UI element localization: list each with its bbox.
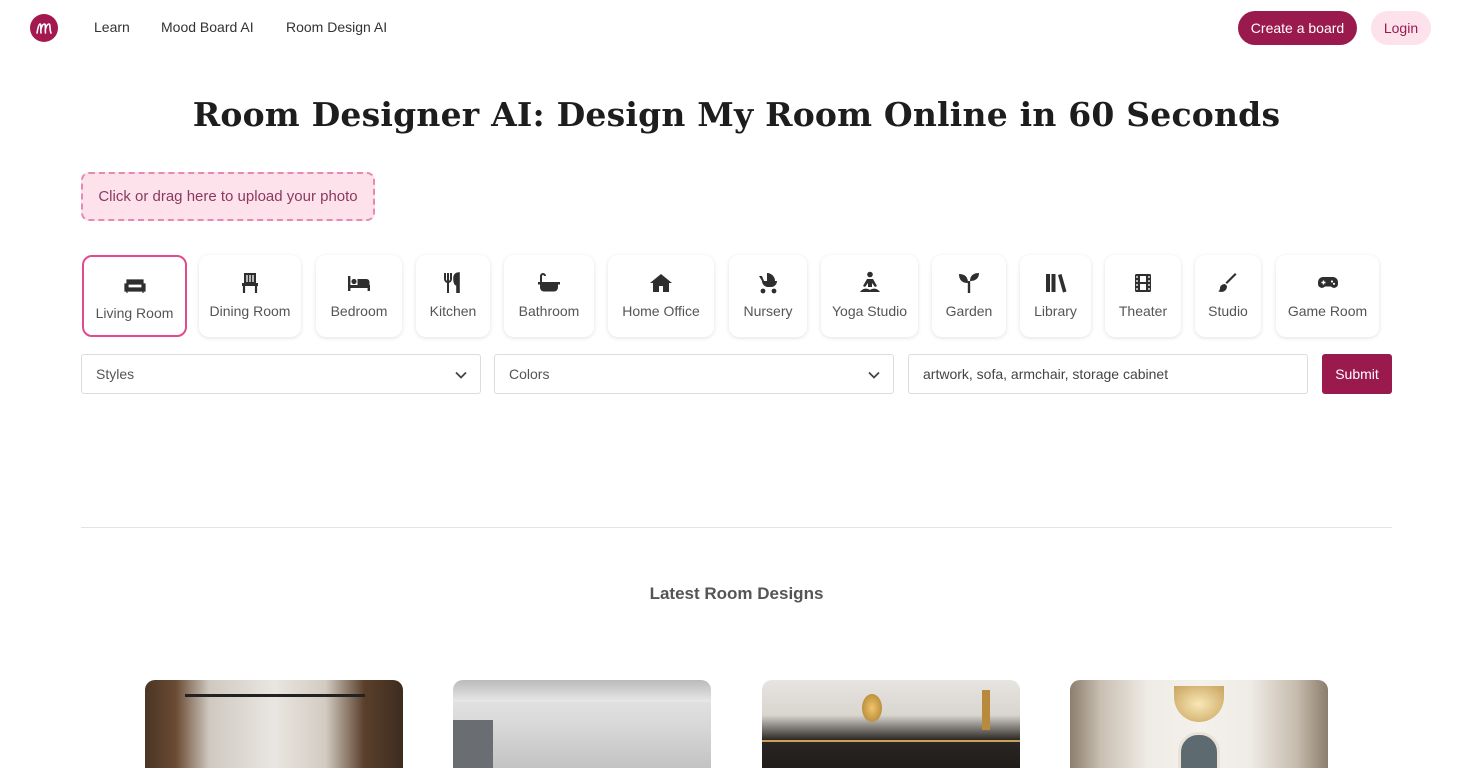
logo[interactable] (30, 14, 58, 42)
room-type-label: Dining Room (209, 303, 291, 319)
room-type-label: Yoga Studio (832, 303, 907, 319)
nav-room-design-ai[interactable]: Room Design AI (286, 19, 387, 35)
room-type-bathroom[interactable]: Bathroom (504, 255, 594, 337)
create-board-button[interactable]: Create a board (1238, 11, 1357, 45)
room-type-garden[interactable]: Garden (932, 255, 1006, 337)
design-thumbnail[interactable] (762, 680, 1020, 768)
nav-mood-board-ai[interactable]: Mood Board AI (161, 19, 254, 35)
room-type-label: Bedroom (330, 303, 388, 319)
house-icon (649, 272, 673, 294)
room-type-label: Library (1034, 303, 1077, 319)
chevron-down-icon (455, 371, 467, 379)
meditation-icon (858, 271, 882, 294)
upload-dropzone[interactable]: Click or drag here to upload your photo (81, 172, 375, 221)
room-type-game-room[interactable]: Game Room (1276, 255, 1379, 337)
room-type-home-office[interactable]: Home Office (608, 255, 714, 337)
bed-icon (347, 272, 371, 294)
styles-select[interactable]: Styles (81, 354, 481, 394)
room-type-label: Studio (1208, 303, 1248, 319)
chevron-down-icon (868, 371, 880, 379)
room-type-nursery[interactable]: Nursery (729, 255, 807, 337)
room-type-label: Bathroom (518, 303, 580, 319)
upload-label: Click or drag here to upload your photo (98, 188, 358, 205)
sofa-icon (123, 274, 147, 296)
room-type-living-room[interactable]: Living Room (82, 255, 187, 337)
stroller-icon (756, 272, 780, 294)
room-type-bedroom[interactable]: Bedroom (316, 255, 402, 337)
room-type-label: Home Office (622, 303, 700, 319)
colors-select-value: Colors (509, 366, 550, 382)
utensils-icon (441, 272, 465, 294)
gamepad-icon (1316, 272, 1340, 294)
section-divider (81, 527, 1392, 528)
room-type-label: Kitchen (429, 303, 477, 319)
colors-select[interactable]: Colors (494, 354, 894, 394)
design-thumbnail[interactable] (145, 680, 403, 768)
room-type-kitchen[interactable]: Kitchen (416, 255, 490, 337)
page-title: Room Designer AI: Design My Room Online … (192, 95, 1281, 134)
paintbrush-icon (1216, 272, 1240, 294)
room-type-label: Theater (1118, 303, 1168, 319)
design-thumbnail[interactable] (453, 680, 711, 768)
latest-designs-heading: Latest Room Designs (649, 584, 824, 603)
room-type-label: Game Room (1287, 303, 1368, 319)
chair-icon (238, 272, 262, 294)
room-type-label: Living Room (95, 305, 174, 321)
top-navbar: Learn Mood Board AI Room Design AI Creat… (0, 0, 1473, 56)
styles-select-value: Styles (96, 366, 135, 382)
seedling-icon (957, 272, 981, 294)
room-type-label: Garden (945, 303, 993, 319)
login-button[interactable]: Login (1371, 11, 1431, 45)
room-type-library[interactable]: Library (1020, 255, 1091, 337)
room-type-yoga-studio[interactable]: Yoga Studio (821, 255, 918, 337)
design-thumbnail[interactable] (1070, 680, 1328, 768)
nav-learn[interactable]: Learn (94, 19, 130, 35)
books-icon (1044, 272, 1068, 294)
furniture-items-input[interactable] (908, 354, 1308, 394)
room-type-theater[interactable]: Theater (1105, 255, 1181, 337)
logo-m-icon (36, 23, 52, 34)
film-icon (1131, 272, 1155, 294)
bathtub-icon (537, 272, 561, 294)
room-type-label: Nursery (743, 303, 793, 319)
room-type-dining-room[interactable]: Dining Room (199, 255, 301, 337)
submit-button[interactable]: Submit (1322, 354, 1392, 394)
room-type-studio[interactable]: Studio (1195, 255, 1261, 337)
